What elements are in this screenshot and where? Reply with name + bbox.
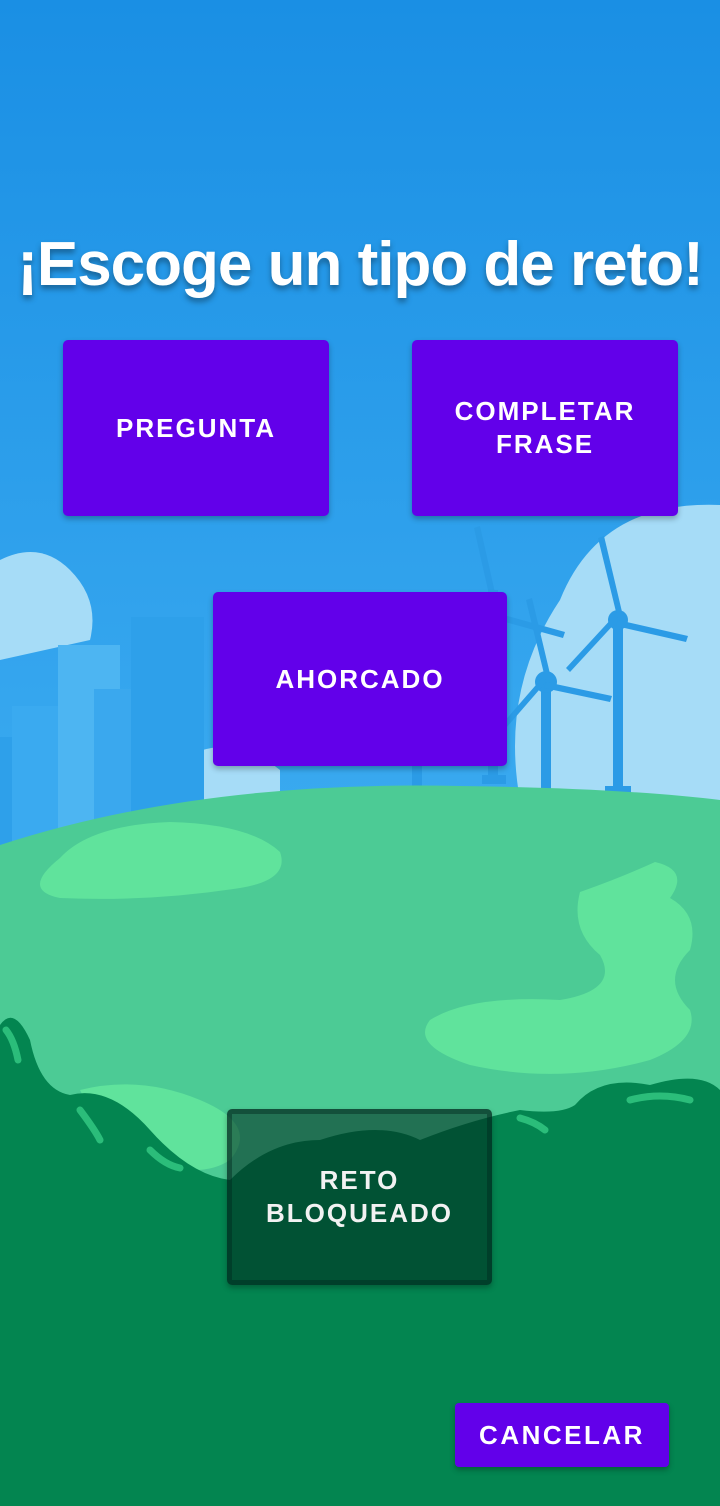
completar-frase-button[interactable]: COMPLETAR FRASE bbox=[412, 340, 678, 516]
ahorcado-label: AHORCADO bbox=[275, 663, 445, 694]
reto-bloqueado-button: RETO BLOQUEADO bbox=[227, 1109, 492, 1285]
pregunta-button[interactable]: PREGUNTA bbox=[63, 340, 329, 516]
ahorcado-button[interactable]: AHORCADO bbox=[213, 592, 507, 766]
cancel-button[interactable]: CANCELAR bbox=[455, 1403, 669, 1467]
reto-bloqueado-label: RETO BLOQUEADO bbox=[266, 1165, 453, 1228]
cancel-label: CANCELAR bbox=[479, 1419, 645, 1450]
page-title: ¡Escoge un tipo de reto! bbox=[17, 229, 704, 299]
completar-frase-label: COMPLETAR FRASE bbox=[454, 396, 636, 459]
pregunta-label: PREGUNTA bbox=[116, 412, 276, 443]
